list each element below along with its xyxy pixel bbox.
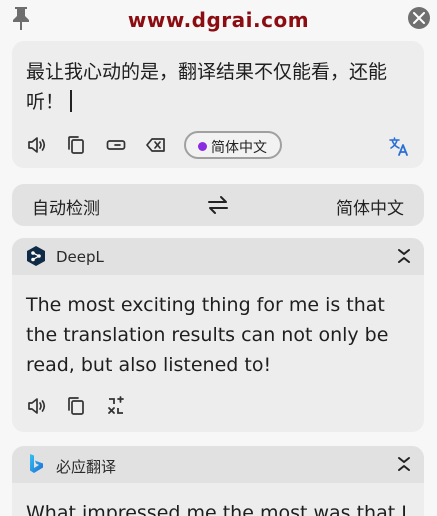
translate-icon[interactable] [388,135,410,157]
top-bar: www.dgrai.com [0,0,437,40]
language-bar: 自动检测 简体中文 [12,184,424,226]
target-language-label: 简体中文 [211,140,267,156]
bing-card-header[interactable]: 必应翻译 [12,446,424,483]
copy-icon[interactable] [65,395,87,417]
deepl-result-card: DeepL The most exciting thing for me is … [12,238,424,432]
translation-text: The most exciting thing for me is that t… [26,294,389,376]
engine-name: 必应翻译 [56,458,117,476]
source-input[interactable]: 最让我心动的是，翻译结果不仅能看，还能听！ [26,57,416,117]
collapse-icon[interactable] [394,246,414,266]
deepl-card-header[interactable]: DeepL [12,238,424,275]
target-language-pill[interactable]: 简体中文 [184,131,282,159]
text-caret [70,90,72,112]
bing-result-card: 必应翻译 What impressed me the most was that… [12,446,424,516]
language-dot [198,142,207,151]
target-language-select[interactable]: 简体中文 [336,194,404,219]
deepl-logo [25,245,47,267]
speaker-icon[interactable] [26,134,48,156]
bing-logo [25,453,47,475]
keyboard-icon[interactable] [105,134,127,156]
clear-icon[interactable] [145,134,167,156]
swap-icon[interactable] [206,193,230,217]
compare-icon[interactable] [105,395,127,417]
engine-name: DeepL [56,248,104,266]
source-language-select[interactable]: 自动检测 [32,194,100,219]
close-icon[interactable] [408,7,430,29]
source-text: 最让我心动的是，翻译结果不仅能看，还能听！ [26,61,388,113]
source-panel: 最让我心动的是，翻译结果不仅能看，还能听！ 简体中文 [12,41,424,168]
speaker-icon[interactable] [26,395,48,417]
copy-icon[interactable] [65,134,87,156]
collapse-icon[interactable] [394,454,414,474]
translation-text: What impressed me the most was that I [26,502,407,516]
site-watermark: www.dgrai.com [127,8,310,32]
